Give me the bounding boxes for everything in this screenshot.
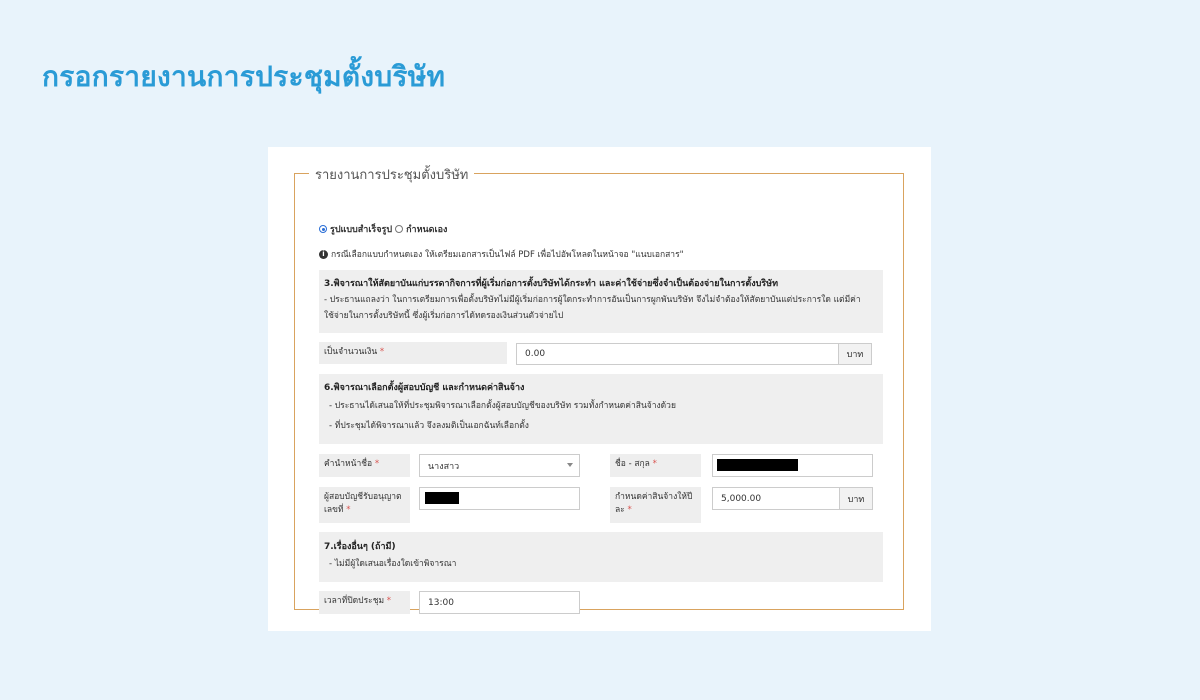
prefix-label-text: คำนำหน้าชื่อ <box>324 459 373 469</box>
radio-custom[interactable] <box>395 225 404 233</box>
fee-label: กำหนดค่าสินจ้างให้ปี ละ * <box>610 487 701 523</box>
close-time-value: 13:00 <box>428 597 454 608</box>
section-6-line1: - ประธานได้เสนอให้ที่ประชุมพิจารณาเลือกต… <box>329 401 676 411</box>
template-radio-group: รูปแบบสำเร็จรูป กำหนดเอง <box>319 222 447 236</box>
section-6-title: 6.พิจารณาเลือกตั้งผู้สอบบัญชี และกำหนดค่… <box>324 383 525 393</box>
section-7-title: 7.เรื่องอื่นๆ (ถ้ามี) <box>324 542 396 552</box>
prefix-label: คำนำหน้าชื่อ * <box>319 454 410 477</box>
section-3-box: 3.พิจารณาให้สัตยาบันแก่บรรดากิจการที่ผู้… <box>319 270 883 333</box>
fee-value: 5,000.00 <box>721 493 762 504</box>
required-mark: * <box>652 459 657 469</box>
fee-unit: บาท <box>839 487 873 510</box>
radio-custom-label[interactable]: กำหนดเอง <box>406 222 447 236</box>
fieldset-legend: รายงานการประชุมตั้งบริษัท <box>309 164 475 185</box>
required-mark: * <box>379 347 385 357</box>
form-card: รายงานการประชุมตั้งบริษัท รูปแบบสำเร็จรู… <box>268 147 931 631</box>
custom-note: i กรณีเลือกแบบกำหนดเอง ให้เตรียมเอกสารเป… <box>319 247 684 261</box>
section-7-line1: - ไม่มีผู้ใดเสนอเรื่องใดเข้าพิจารณา <box>329 559 457 569</box>
prefix-value: นางสาว <box>428 461 460 472</box>
radio-template[interactable] <box>319 225 327 233</box>
chevron-down-icon <box>567 463 573 467</box>
section-6-line2: - ที่ประชุมได้พิจารณาแล้ว จึงลงมติเป็นเอ… <box>329 421 529 431</box>
meeting-report-fieldset: รายงานการประชุมตั้งบริษัท รูปแบบสำเร็จรู… <box>294 164 904 614</box>
fee-label-line1: กำหนดค่าสินจ้างให้ปี <box>615 492 693 502</box>
required-mark: * <box>386 596 392 606</box>
page-title: กรอกรายงานการประชุมตั้งบริษัท <box>42 60 446 93</box>
fee-input[interactable]: 5,000.00 <box>712 487 840 510</box>
close-time-label-text: เวลาที่ปิดประชุม <box>324 596 385 606</box>
section-6-box: 6.พิจารณาเลือกตั้งผู้สอบบัญชี และกำหนดค่… <box>319 374 883 444</box>
amount-label: เป็นจำนวนเงิน * <box>319 342 507 364</box>
redacted-block <box>717 459 798 471</box>
fullname-label: ชื่อ - สกุล * <box>610 454 701 477</box>
close-time-label: เวลาที่ปิดประชุม * <box>319 591 410 614</box>
section-3-title: 3.พิจารณาให้สัตยาบันแก่บรรดากิจการที่ผู้… <box>324 279 779 289</box>
info-icon: i <box>319 249 328 259</box>
custom-note-text: กรณีเลือกแบบกำหนดเอง ให้เตรียมเอกสารเป็น… <box>331 250 684 260</box>
radio-template-label[interactable]: รูปแบบสำเร็จรูป <box>330 222 392 236</box>
amount-unit: บาท <box>838 343 872 365</box>
fullname-label-text: ชื่อ - สกุล <box>615 459 650 469</box>
required-mark: * <box>627 505 632 515</box>
auditor-license-label: ผู้สอบบัญชีรับอนุญาต เลขที่ * <box>319 487 410 523</box>
amount-value: 0.00 <box>525 349 546 359</box>
section-3-line2: ใช้จ่ายในการตั้งบริษัทนี้ ซึ่งผู้เริ่มก่… <box>324 311 564 321</box>
redacted-block <box>425 492 459 504</box>
amount-label-text: เป็นจำนวนเงิน <box>324 347 378 357</box>
required-mark: * <box>346 505 351 515</box>
section-7-box: 7.เรื่องอื่นๆ (ถ้ามี) - ไม่มีผู้ใดเสนอเร… <box>319 532 883 582</box>
required-mark: * <box>374 459 380 469</box>
amount-input[interactable]: 0.00 <box>516 343 839 365</box>
section-3-line1: - ประธานแถลงว่า ในการเตรียมการเพื่อตั้งบ… <box>324 295 861 305</box>
close-time-input[interactable]: 13:00 <box>419 591 580 614</box>
auditor-license-label-line1: ผู้สอบบัญชีรับอนุญาต <box>324 492 402 502</box>
fee-label-line2: ละ <box>615 505 625 515</box>
prefix-select[interactable]: นางสาว <box>419 454 580 477</box>
auditor-license-label-line2: เลขที่ <box>324 505 344 515</box>
